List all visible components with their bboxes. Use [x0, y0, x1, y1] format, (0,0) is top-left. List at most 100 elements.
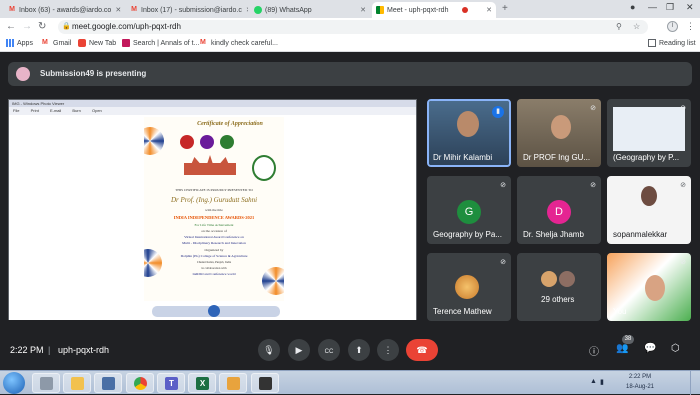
- pv-menu-email: E-mail: [49, 108, 62, 113]
- photo-viewer-title: IMG - Windows Photo Viewer: [9, 100, 416, 107]
- certificate-logo: [220, 135, 234, 149]
- gmail-icon: M: [131, 6, 137, 13]
- close-icon[interactable]: ✕: [242, 6, 248, 14]
- reload-button[interactable]: ↻: [38, 21, 46, 32]
- bookmark-label: kindly check careful...: [211, 39, 278, 47]
- tab-whatsapp[interactable]: (89) WhatsApp ✕: [250, 2, 370, 18]
- people-icon[interactable]: 👥: [616, 343, 628, 354]
- bookmark-label: Apps: [17, 39, 33, 47]
- taskbar-camera[interactable]: [251, 373, 279, 393]
- chrome-icon: [134, 377, 147, 390]
- shared-screen[interactable]: IMG - Windows Photo Viewer File Print E-…: [8, 99, 417, 320]
- show-desktop-button[interactable]: [690, 371, 700, 395]
- close-icon[interactable]: ✕: [482, 6, 492, 14]
- taskbar-excel[interactable]: X: [188, 373, 216, 393]
- bookmarks-bar: Apps M Gmail New Tab Search | Annals of …: [0, 36, 700, 52]
- mic-off-icon: ⊘: [590, 105, 596, 112]
- more-options-button[interactable]: ⋮: [377, 339, 399, 361]
- chat-icon[interactable]: 💬: [644, 343, 656, 354]
- camera-button[interactable]: ▶: [288, 339, 310, 361]
- taskbar-teams[interactable]: T: [157, 373, 185, 393]
- participant-tile-mihir[interactable]: Dr Mihir Kalambi: [427, 99, 511, 167]
- close-window-button[interactable]: ✕: [686, 2, 694, 13]
- participant-video: [613, 107, 685, 151]
- present-button[interactable]: ⬆: [348, 339, 370, 361]
- participant-tile-you[interactable]: ⊘ You: [607, 253, 691, 321]
- bookmark-annals[interactable]: Search | Annals of t...: [122, 39, 199, 47]
- url-field[interactable]: 🔒 meet.google.com/uph-pqxt-rdh ⚲ ☆: [58, 20, 648, 34]
- taskbar-explorer[interactable]: [63, 373, 91, 393]
- certificate-logo: [200, 135, 214, 149]
- participant-avatar: [541, 271, 557, 287]
- microphone-button[interactable]: 🎙: [258, 339, 280, 361]
- tab-meet[interactable]: Meet - uph-pqxt-rdh ✕: [372, 2, 496, 18]
- bookmark-new-tab[interactable]: New Tab: [78, 39, 116, 47]
- photo-viewer-toolbar[interactable]: [152, 305, 280, 317]
- new-tab-button[interactable]: +: [502, 3, 508, 14]
- participant-tile-shelja[interactable]: D ⊘ Dr. Shelja Jhamb: [517, 176, 601, 244]
- profile-avatar[interactable]: I: [667, 21, 678, 32]
- bookmark-gmail[interactable]: M Gmail: [42, 39, 71, 47]
- bookmark-apps[interactable]: Apps: [6, 39, 33, 47]
- presenter-avatar: [16, 67, 30, 81]
- more-vert-icon: ⋮: [383, 345, 393, 355]
- start-button[interactable]: [3, 372, 25, 394]
- participant-name: Geography by Pa...: [433, 230, 502, 239]
- leave-call-button[interactable]: ☎: [406, 339, 438, 361]
- excel-icon: X: [196, 377, 209, 390]
- participant-name: Dr PROF Ing GU...: [523, 153, 591, 162]
- tray-arrow-icon[interactable]: ▲: [590, 378, 597, 385]
- close-icon[interactable]: ✕: [111, 6, 121, 14]
- meet-stage: Submission49 is presenting IMG - Windows…: [0, 52, 700, 370]
- zoom-icon[interactable]: ⚲: [616, 22, 622, 31]
- bookmark-kindly-check[interactable]: M kindly check careful...: [200, 39, 278, 47]
- participant-tile-geography[interactable]: G ⊘ Geography by Pa...: [427, 176, 511, 244]
- microphone-icon: 🎙: [263, 345, 275, 355]
- system-clock[interactable]: 2:22 PM 18-Aug-21: [610, 372, 670, 392]
- mic-off-icon: ⊘: [680, 182, 686, 189]
- participant-tile-sopan[interactable]: ⊘ sopanmalekkar: [607, 176, 691, 244]
- cert-organisation: Dolphin (PG) College of Science & Agricu…: [180, 254, 248, 258]
- restore-button[interactable]: ❐: [666, 2, 674, 13]
- participant-avatar: [455, 275, 479, 299]
- taskbar-app-1[interactable]: [32, 373, 60, 393]
- star-icon[interactable]: ☆: [633, 22, 640, 31]
- participant-avatar: G: [457, 200, 481, 224]
- info-icon[interactable]: ⓘ: [589, 343, 599, 358]
- taskbar-chrome[interactable]: [126, 373, 154, 393]
- bookmark-icon: [122, 39, 130, 47]
- participant-tile-geography-screen[interactable]: ⊘ (Geography by P...: [607, 99, 691, 167]
- participant-name: Terence Mathew: [433, 307, 492, 316]
- network-icon[interactable]: ▮: [600, 378, 604, 386]
- taskbar-media[interactable]: [94, 373, 122, 393]
- tools-icon: [40, 377, 53, 390]
- captions-button[interactable]: CC: [318, 339, 340, 361]
- bookmark-label: New Tab: [89, 39, 117, 47]
- reading-list[interactable]: Reading list: [648, 39, 696, 47]
- participant-count-badge: 38: [622, 335, 634, 344]
- browser-menu-button[interactable]: ⋮: [686, 21, 695, 32]
- slideshow-icon[interactable]: [208, 305, 220, 317]
- media-icon: [102, 377, 115, 390]
- close-icon[interactable]: ✕: [356, 6, 366, 14]
- taskbar-app-7[interactable]: [219, 373, 247, 393]
- tab-inbox-submission[interactable]: M Inbox (17) - submission@iardo.c ✕: [126, 2, 248, 18]
- participant-tile-terence[interactable]: ⊘ Terence Mathew: [427, 253, 511, 321]
- clock-time: 2:22 PM: [628, 374, 652, 380]
- presenting-text: Submission49 is presenting: [40, 69, 147, 78]
- tab-inbox-awards[interactable]: M Inbox (63) - awards@iardo.co ✕: [4, 2, 125, 18]
- minimize-button[interactable]: —: [648, 2, 657, 12]
- activities-icon[interactable]: ⬡: [671, 343, 680, 354]
- camera-icon: ▶: [295, 345, 303, 355]
- forward-button[interactable]: →: [22, 21, 32, 32]
- participant-tile-prof-ing[interactable]: ⊘ Dr PROF Ing GU...: [517, 99, 601, 167]
- lock-icon: 🔒: [62, 23, 71, 30]
- recipient-photo: [252, 155, 276, 181]
- clock-date: 18-Aug-21: [625, 384, 655, 390]
- cert-award: INDIA INDEPENDENCE AWARDS-2021: [173, 215, 255, 220]
- participant-tile-others[interactable]: 29 others: [517, 253, 601, 321]
- back-button[interactable]: ←: [6, 21, 16, 32]
- participant-face: [551, 115, 571, 139]
- windows-taskbar: T X ▲ ▮ 2:22 PM 18-Aug-21: [0, 370, 700, 395]
- camera-app-icon: [259, 377, 272, 390]
